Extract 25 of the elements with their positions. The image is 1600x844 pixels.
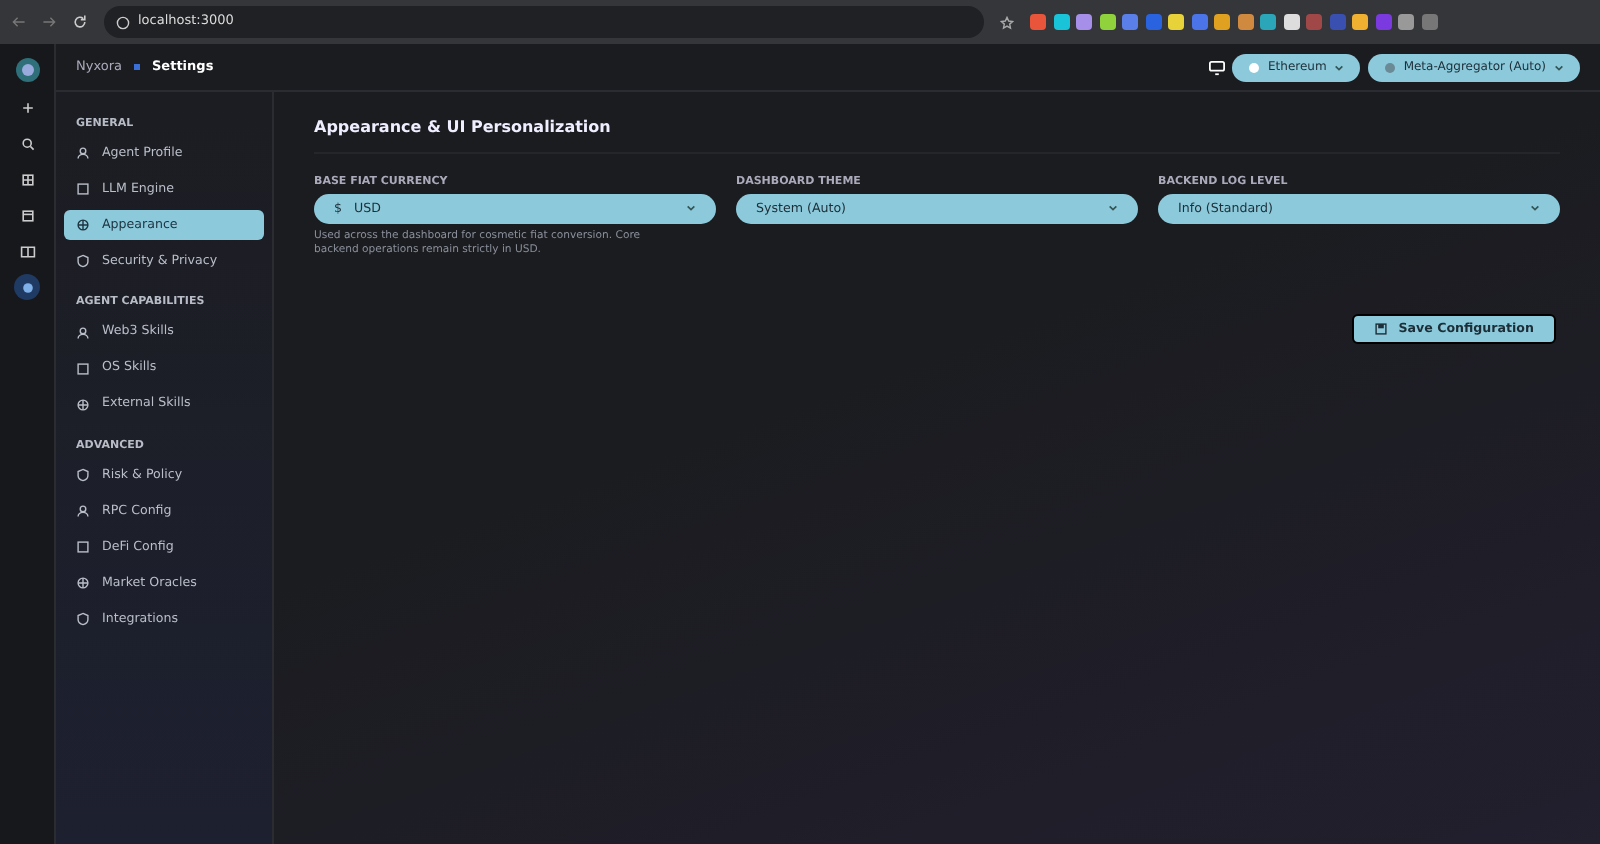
chevron-down-icon (1334, 63, 1345, 71)
person-icon (76, 503, 90, 518)
back-icon[interactable] (12, 16, 26, 28)
chevron-down-icon (1530, 204, 1540, 213)
chevron-down-icon (1554, 63, 1564, 71)
square-icon (76, 361, 90, 375)
chevron-down-icon (1108, 204, 1118, 213)
monitor-icon[interactable] (1207, 59, 1225, 75)
logo-icon[interactable] (13, 56, 41, 84)
star-icon[interactable] (1000, 15, 1014, 29)
reload-icon[interactable] (72, 14, 88, 30)
shield-icon (76, 254, 90, 269)
square-icon (76, 539, 90, 554)
globe-icon (76, 218, 90, 233)
person-icon (76, 325, 90, 339)
section-title: Appearance & UI Personalization (314, 116, 1560, 154)
globe-icon (76, 397, 90, 411)
chevron-down-icon (686, 204, 696, 213)
forward-icon[interactable] (42, 16, 56, 28)
square-icon (76, 182, 90, 197)
shield-icon (76, 611, 90, 626)
globe-icon (76, 575, 90, 590)
save-icon (1374, 322, 1389, 336)
person-icon (76, 146, 90, 161)
shield-icon (76, 467, 90, 482)
